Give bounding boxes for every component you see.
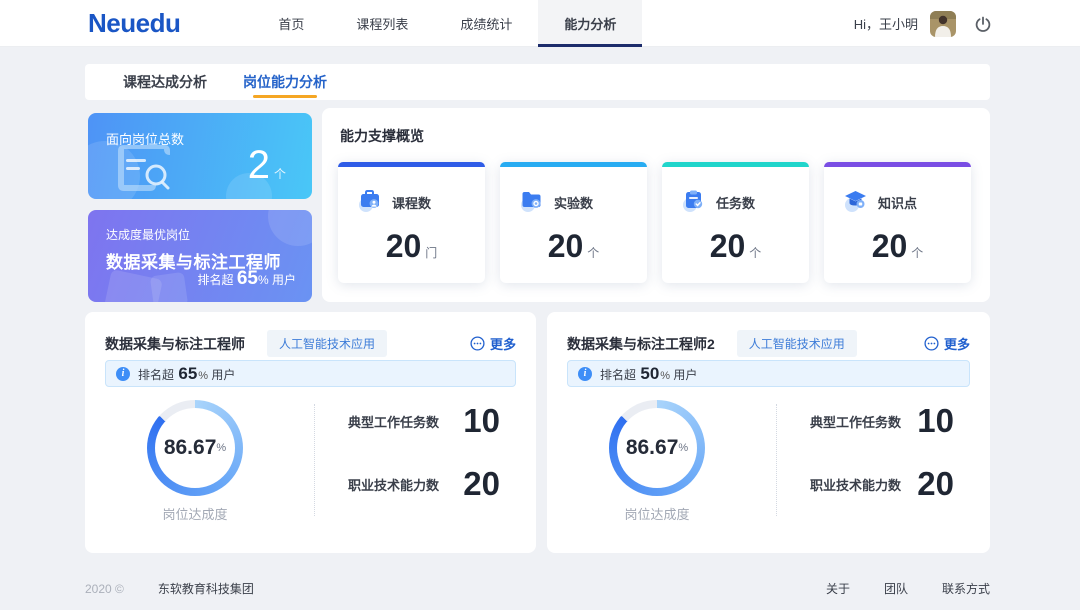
- stat-value: 20: [548, 228, 584, 264]
- overview-title: 能力支撑概览: [340, 126, 424, 146]
- stat-label: 知识点: [878, 193, 917, 212]
- achievement-donut-chart: 86.67%: [147, 400, 243, 496]
- main-nav: 首页 课程列表 成绩统计 能力分析: [252, 0, 642, 47]
- more-ellipsis-icon: [470, 336, 485, 351]
- company-name: 东软教育科技集团: [158, 580, 254, 597]
- knowledge-point-card[interactable]: 知识点 20个: [824, 162, 971, 283]
- tab-position-ability[interactable]: 岗位能力分析: [225, 64, 345, 100]
- nav-item-ability-analysis[interactable]: 能力分析: [538, 0, 642, 47]
- tab-label: 岗位能力分析: [243, 72, 327, 92]
- achievement-donut-chart: 86.67%: [609, 400, 705, 496]
- stat-unit: 个: [749, 246, 761, 260]
- stat-label: 课程数: [392, 193, 431, 212]
- clipboard-icon: [680, 186, 707, 218]
- more-ellipsis-icon: [924, 336, 939, 351]
- stat-unit: 个: [911, 246, 923, 260]
- dotted-divider: [314, 404, 315, 516]
- footer-link-contact[interactable]: 联系方式: [942, 580, 990, 597]
- graduation-cap-icon: [842, 186, 869, 218]
- position-tag[interactable]: 人工智能技术应用: [267, 330, 387, 357]
- navbar-right: Hi，王小明: [854, 0, 992, 47]
- neuedu-logo: Neuedu: [88, 8, 180, 39]
- briefcase-icon: [356, 186, 383, 218]
- tab-label: 课程达成分析: [123, 72, 207, 92]
- course-count-card[interactable]: 课程数 20门: [338, 162, 485, 283]
- top-navbar: Neuedu 首页 课程列表 成绩统计 能力分析 Hi，王小明: [0, 0, 1080, 47]
- experiment-count-card[interactable]: 实验数 20个: [500, 162, 647, 283]
- ability-support-overview-panel: 能力支撑概览 课程数 20门: [322, 108, 990, 302]
- donut-label: 岗位达成度: [585, 504, 729, 523]
- folder-icon: [518, 186, 545, 218]
- card-accent-bar: [338, 162, 485, 167]
- stat-label: 任务数: [716, 193, 755, 212]
- document-search-illustration: [112, 141, 184, 198]
- best-position-rank: 排名超 65% 用户: [197, 268, 296, 290]
- footer-links: 关于 团队 联系方式: [826, 580, 990, 597]
- nav-item-course-list[interactable]: 课程列表: [330, 0, 434, 47]
- nav-item-home[interactable]: 首页: [252, 0, 330, 47]
- tab-course-achievement[interactable]: 课程达成分析: [105, 64, 225, 100]
- user-greeting: Hi，王小明: [854, 14, 918, 33]
- task-count-card[interactable]: 任务数 20个: [662, 162, 809, 283]
- more-link[interactable]: 更多: [470, 334, 516, 353]
- footer-link-team[interactable]: 团队: [884, 580, 908, 597]
- card-accent-bar: [662, 162, 809, 167]
- info-icon: i: [578, 367, 592, 381]
- stat-value: 20: [872, 228, 908, 264]
- skill-count-row: 职业技术能力数 20: [810, 465, 954, 503]
- donut-label: 岗位达成度: [123, 504, 267, 523]
- info-icon: i: [116, 367, 130, 381]
- analysis-tabs: 课程达成分析 岗位能力分析: [85, 64, 990, 100]
- task-count-row: 典型工作任务数 10: [810, 402, 954, 440]
- more-label: 更多: [490, 334, 516, 353]
- stat-unit: 个: [587, 246, 599, 260]
- best-position-card: 达成度最优岗位 数据采集与标注工程师 排名超 65% 用户: [88, 210, 312, 302]
- card-accent-bar: [500, 162, 647, 167]
- position-title: 数据采集与标注工程师2: [567, 334, 715, 354]
- logout-power-icon[interactable]: [974, 15, 992, 33]
- card-accent-bar: [824, 162, 971, 167]
- stat-unit: 门: [425, 246, 437, 260]
- active-tab-underline: [253, 95, 317, 98]
- overview-stat-cards: 课程数 20门 实验数 20个: [338, 162, 971, 283]
- stat-label: 实验数: [554, 193, 593, 212]
- best-position-title: 达成度最优岗位: [106, 226, 190, 243]
- footer-link-about[interactable]: 关于: [826, 580, 850, 597]
- position-tag[interactable]: 人工智能技术应用: [737, 330, 857, 357]
- copyright-text: 2020 ©: [85, 582, 124, 596]
- task-count-row: 典型工作任务数 10: [348, 402, 500, 440]
- rank-banner: i 排名超 50% 用户: [567, 360, 970, 387]
- rank-banner: i 排名超 65% 用户: [105, 360, 516, 387]
- user-avatar[interactable]: [930, 11, 956, 37]
- total-positions-card: 面向岗位总数 2个: [88, 113, 312, 199]
- total-positions-title: 面向岗位总数: [106, 129, 184, 148]
- position-panel-1: 数据采集与标注工程师 人工智能技术应用 更多 i 排名超 65% 用户 86.6…: [85, 312, 536, 553]
- position-title: 数据采集与标注工程师: [105, 334, 245, 354]
- more-label: 更多: [944, 334, 970, 353]
- nav-item-grade-stats[interactable]: 成绩统计: [434, 0, 538, 47]
- page-footer: 2020 © 东软教育科技集团 关于 团队 联系方式: [85, 580, 990, 597]
- total-positions-value: 2个: [248, 143, 286, 188]
- more-link[interactable]: 更多: [924, 334, 970, 353]
- skill-count-row: 职业技术能力数 20: [348, 465, 500, 503]
- stat-value: 20: [710, 228, 746, 264]
- stat-value: 20: [386, 228, 422, 264]
- position-panel-2: 数据采集与标注工程师2 人工智能技术应用 更多 i 排名超 50% 用户 86.…: [547, 312, 990, 553]
- dotted-divider: [776, 404, 777, 516]
